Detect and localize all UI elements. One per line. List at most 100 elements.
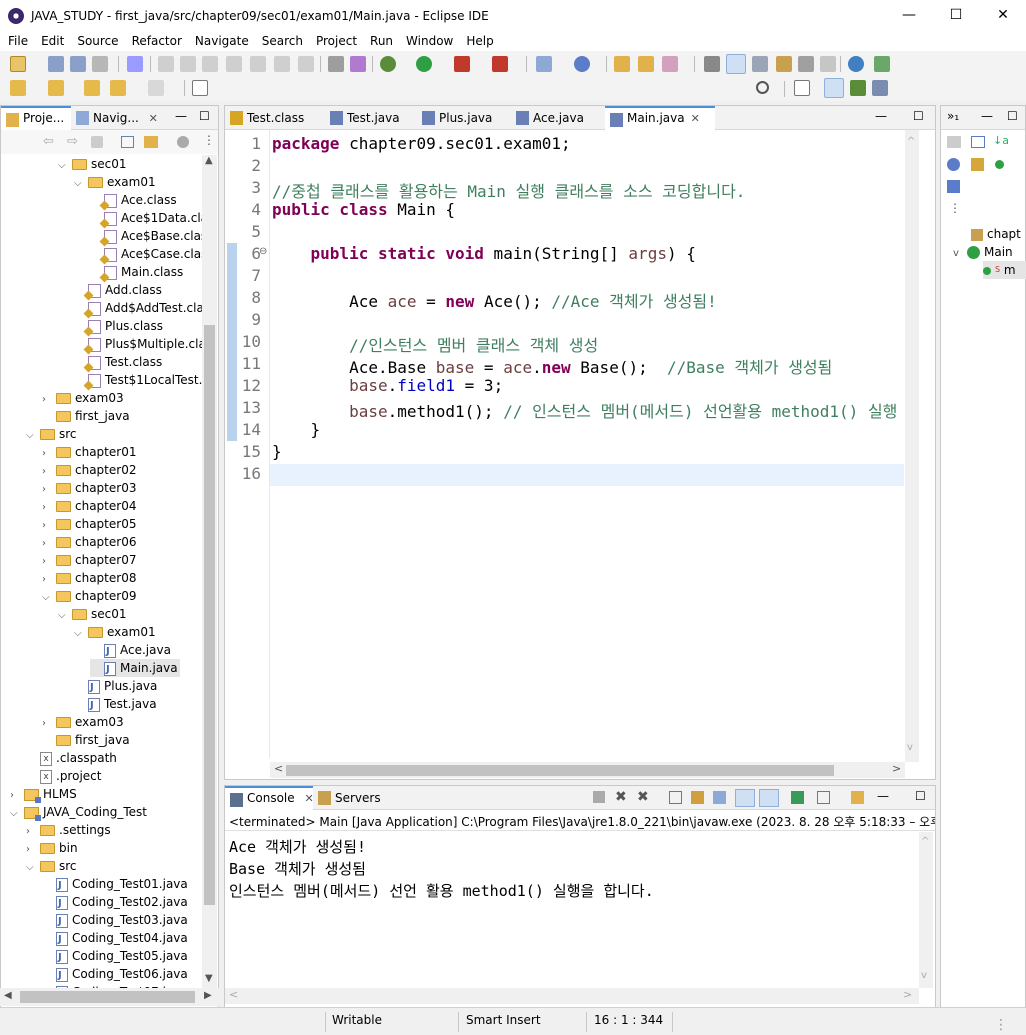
tree-item[interactable]: Ace.class [90, 191, 177, 209]
next-annotation-icon[interactable] [10, 80, 26, 96]
scroll-down-icon[interactable]: v [921, 970, 927, 981]
tree-item[interactable]: Coding_Test03.java [42, 911, 188, 931]
clear-console-icon[interactable] [669, 791, 682, 804]
close-button[interactable]: ✕ [980, 0, 1026, 31]
open-console-icon[interactable] [851, 791, 864, 804]
console-output[interactable]: Ace 객체가 생성됨! Base 객체가 생성됨 인스턴스 멤버(메서드) 선언 … [225, 832, 917, 986]
maximize-view-icon[interactable]: ☐ [915, 789, 926, 803]
remove-all-icon[interactable]: ✖ [637, 789, 649, 805]
expanded-chevron-icon[interactable]: ⌵ [42, 589, 52, 607]
sync-icon[interactable] [947, 136, 961, 148]
tree-item[interactable]: Coding_Test04.java [42, 929, 188, 949]
skip-breakpoints-icon[interactable] [127, 56, 143, 72]
editor-tab[interactable]: Plus.java [417, 106, 511, 130]
link-with-editor-icon[interactable] [144, 136, 158, 148]
status-insert-mode[interactable]: Smart Insert [466, 1013, 541, 1027]
tree-item[interactable]: › chapter07 [42, 551, 136, 569]
code-line[interactable]: Ace.Base base = ace.new Base(); //Base 객… [272, 354, 832, 378]
tree-scroll-thumb[interactable] [204, 325, 215, 905]
open-perspective-icon[interactable] [794, 80, 810, 96]
open-task-icon[interactable] [638, 56, 654, 72]
browser-icon[interactable] [848, 56, 864, 72]
use-step-filters-icon[interactable] [328, 56, 344, 72]
tree-item[interactable]: › bin [26, 839, 78, 857]
up-icon[interactable] [91, 136, 103, 148]
code-line[interactable]: //인스턴스 멤버 클래스 객체 생성 [272, 332, 598, 356]
terminate-icon[interactable] [202, 56, 218, 72]
show-whitespace-icon[interactable] [776, 56, 792, 72]
editor-hscrollbar[interactable]: < > [270, 762, 905, 778]
resume-icon[interactable] [158, 56, 174, 72]
forward-arrow-icon[interactable]: ⇨ [67, 134, 78, 149]
tree-item[interactable]: ⌵ src [26, 425, 77, 443]
code-line[interactable]: public static void main(String[] args) { [272, 244, 696, 263]
tab-servers[interactable]: Servers [313, 786, 389, 810]
save-all-icon[interactable] [70, 56, 86, 72]
word-wrap-icon[interactable] [798, 56, 814, 72]
code-line[interactable]: } [272, 442, 282, 461]
tree-item[interactable]: Coding_Test02.java [42, 893, 188, 913]
run-icon[interactable] [416, 56, 432, 72]
console-hscrollbar[interactable]: < > [225, 988, 919, 1004]
scroll-up-icon[interactable]: ^ [921, 836, 929, 847]
expanded-chevron-icon[interactable]: ⌵ [74, 175, 84, 193]
debug-perspective-icon[interactable] [850, 80, 866, 96]
disconnect-icon[interactable] [226, 56, 242, 72]
collapse-all-icon[interactable] [971, 136, 985, 148]
tree-scrollbar[interactable]: ▲ ▼ [202, 155, 217, 988]
close-tab-icon[interactable]: ✕ [149, 112, 158, 125]
tree-item[interactable]: Ace.java [90, 641, 171, 661]
remove-launch-icon[interactable]: ✖ [615, 789, 627, 805]
maximize-view-icon[interactable]: ☐ [199, 109, 210, 123]
tree-item[interactable]: Ace$Base.class [90, 227, 202, 245]
editor-tab[interactable]: Test.java [325, 106, 417, 130]
debug-icon[interactable] [380, 56, 396, 72]
scroll-up-icon[interactable]: ^ [907, 136, 915, 147]
scroll-down-icon[interactable]: ▼ [205, 973, 213, 984]
run-to-line-icon[interactable] [350, 56, 366, 72]
block-selection-icon[interactable] [752, 56, 768, 72]
minimize-editor-icon[interactable]: — [875, 109, 887, 123]
minimize-view-icon[interactable]: — [981, 109, 993, 123]
minimize-button[interactable]: — [886, 0, 932, 31]
hide-fields-icon[interactable] [947, 158, 960, 171]
close-tab-icon[interactable]: ✕ [691, 112, 700, 125]
tree-item[interactable]: Add.class [74, 281, 162, 299]
code-line[interactable]: } [272, 420, 321, 439]
new-icon[interactable] [10, 56, 26, 72]
scroll-right-icon[interactable]: ▶ [204, 990, 212, 1001]
menu-help[interactable]: Help [458, 34, 498, 48]
maximize-button[interactable]: ☐ [933, 0, 979, 31]
menu-edit[interactable]: Edit [33, 34, 69, 48]
tree-item[interactable]: ⌵ chapter09 [42, 587, 136, 605]
show-stderr-icon[interactable] [759, 789, 779, 807]
save-icon[interactable] [48, 56, 64, 72]
tree-item[interactable]: ⌵ JAVA_Coding_Test [10, 803, 147, 821]
scroll-left-icon[interactable]: ◀ [4, 990, 12, 1001]
external-tools-icon[interactable] [492, 56, 508, 72]
editor-tab[interactable]: Main.java ✕ [605, 106, 715, 130]
code-line[interactable]: base.method1(); // 인스턴스 멤버(메서드) 선언활용 met… [272, 398, 897, 422]
status-menu-icon[interactable]: ⋮ [994, 1017, 1008, 1033]
tree-item[interactable]: Ace$1Data.cla [90, 209, 202, 227]
tree-item[interactable]: first_java [42, 731, 130, 749]
outline-package[interactable]: chapt [971, 225, 1021, 243]
code-line[interactable]: Ace ace = new Ace(); //Ace 객체가 생성됨! [272, 288, 717, 312]
highlight-icon[interactable] [726, 54, 746, 74]
editor-hscroll-thumb[interactable] [286, 765, 834, 776]
tree-item[interactable]: › chapter08 [42, 569, 136, 587]
outline-method[interactable]: S m [983, 261, 1026, 279]
tree-item[interactable]: Plus$Multiple.cla [74, 335, 202, 353]
expanded-chevron-icon[interactable]: ⌵ [58, 607, 68, 625]
tree-item[interactable]: › chapter06 [42, 533, 136, 551]
scroll-left-icon[interactable]: < [229, 988, 238, 1001]
tree-item[interactable]: ⌵ sec01 [58, 155, 127, 173]
menu-run[interactable]: Run [362, 34, 398, 48]
expanded-chevron-icon[interactable]: ⌵ [58, 157, 68, 175]
tree-item[interactable]: › chapter02 [42, 461, 136, 479]
terminate-icon[interactable] [593, 791, 605, 803]
toggle-mark-occurrences-icon[interactable] [704, 56, 720, 72]
tree-item[interactable]: Test$1LocalTest.c [74, 371, 202, 389]
search-icon[interactable] [756, 81, 769, 94]
tree-item[interactable]: Ace$Case.clas [90, 245, 202, 263]
